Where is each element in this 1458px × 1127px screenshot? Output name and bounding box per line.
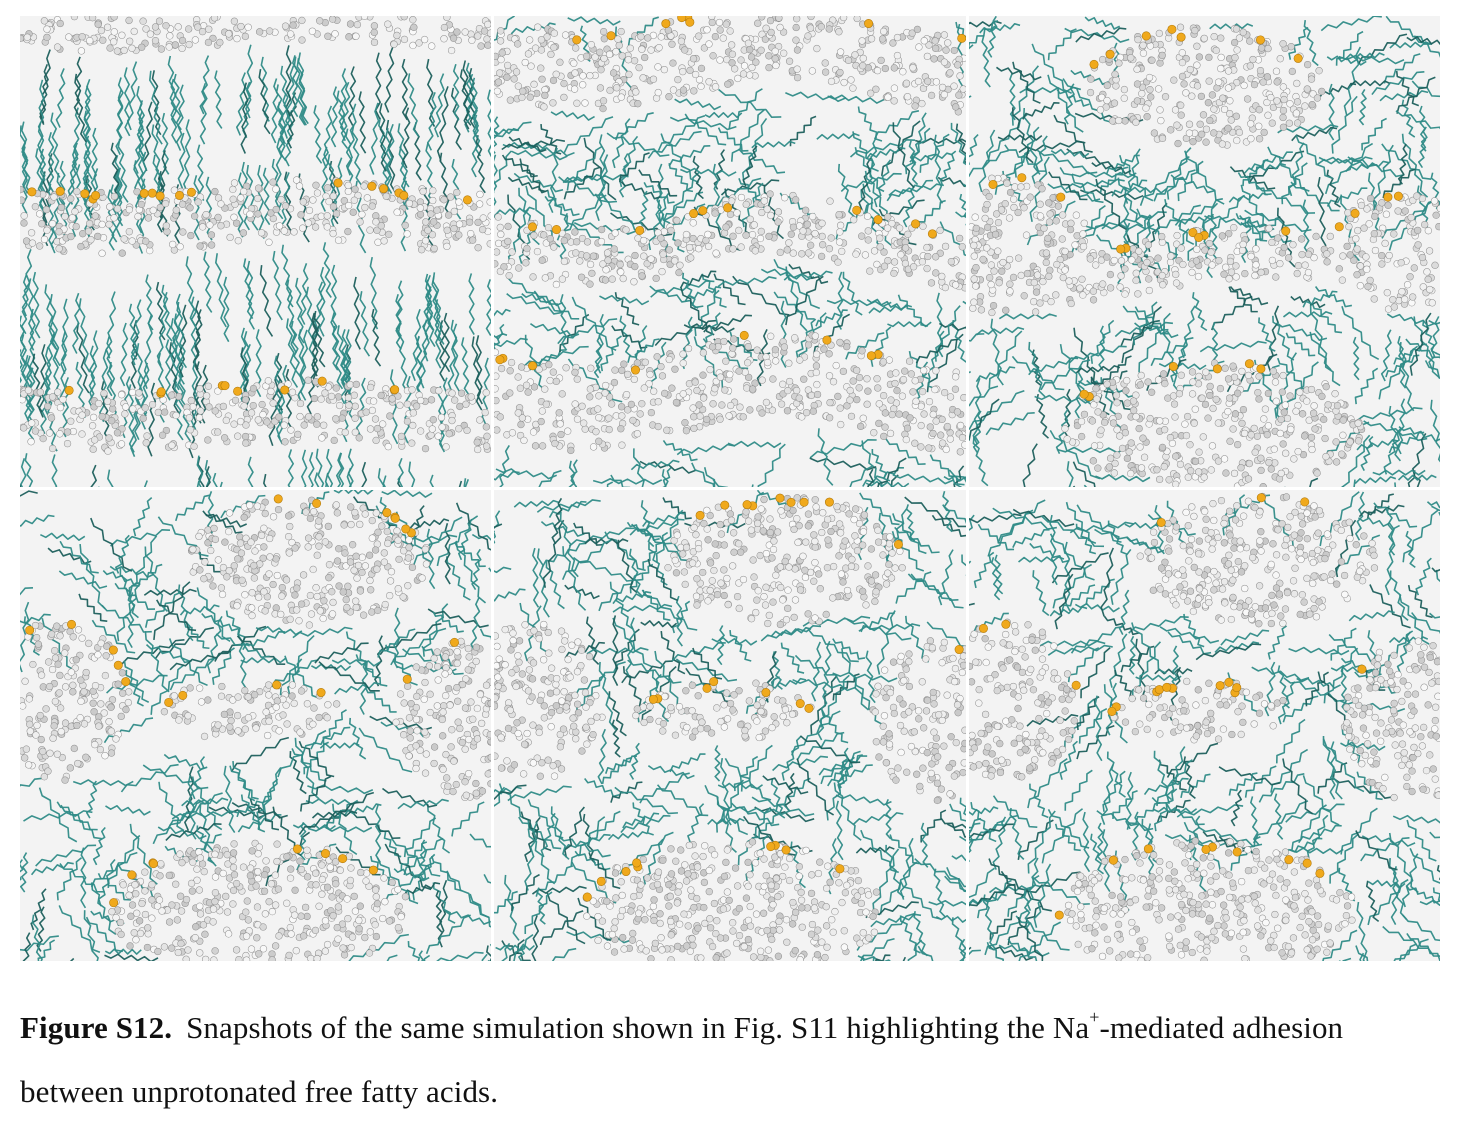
caption-text-start: Snapshots of the same simulation shown i… xyxy=(186,1010,1090,1045)
snapshot-panel-5 xyxy=(494,490,966,961)
snapshot-render-4 xyxy=(20,490,492,961)
snapshot-render-2 xyxy=(494,16,966,487)
sodium-charge-superscript: + xyxy=(1089,1006,1100,1027)
snapshot-render-3 xyxy=(968,16,1440,487)
snapshot-render-6 xyxy=(968,490,1440,961)
figure-panel-grid xyxy=(20,16,1440,961)
snapshot-panel-6 xyxy=(968,490,1440,961)
snapshot-panel-4 xyxy=(20,490,492,961)
figure-label: Figure S12. xyxy=(20,1010,173,1045)
snapshot-render-1 xyxy=(20,16,492,487)
snapshot-render-5 xyxy=(494,490,966,961)
snapshot-panel-1 xyxy=(20,16,492,487)
snapshot-panel-2 xyxy=(494,16,966,487)
figure-caption: Figure S12. Snapshots of the same simulat… xyxy=(20,996,1440,1124)
snapshot-panel-3 xyxy=(968,16,1440,487)
